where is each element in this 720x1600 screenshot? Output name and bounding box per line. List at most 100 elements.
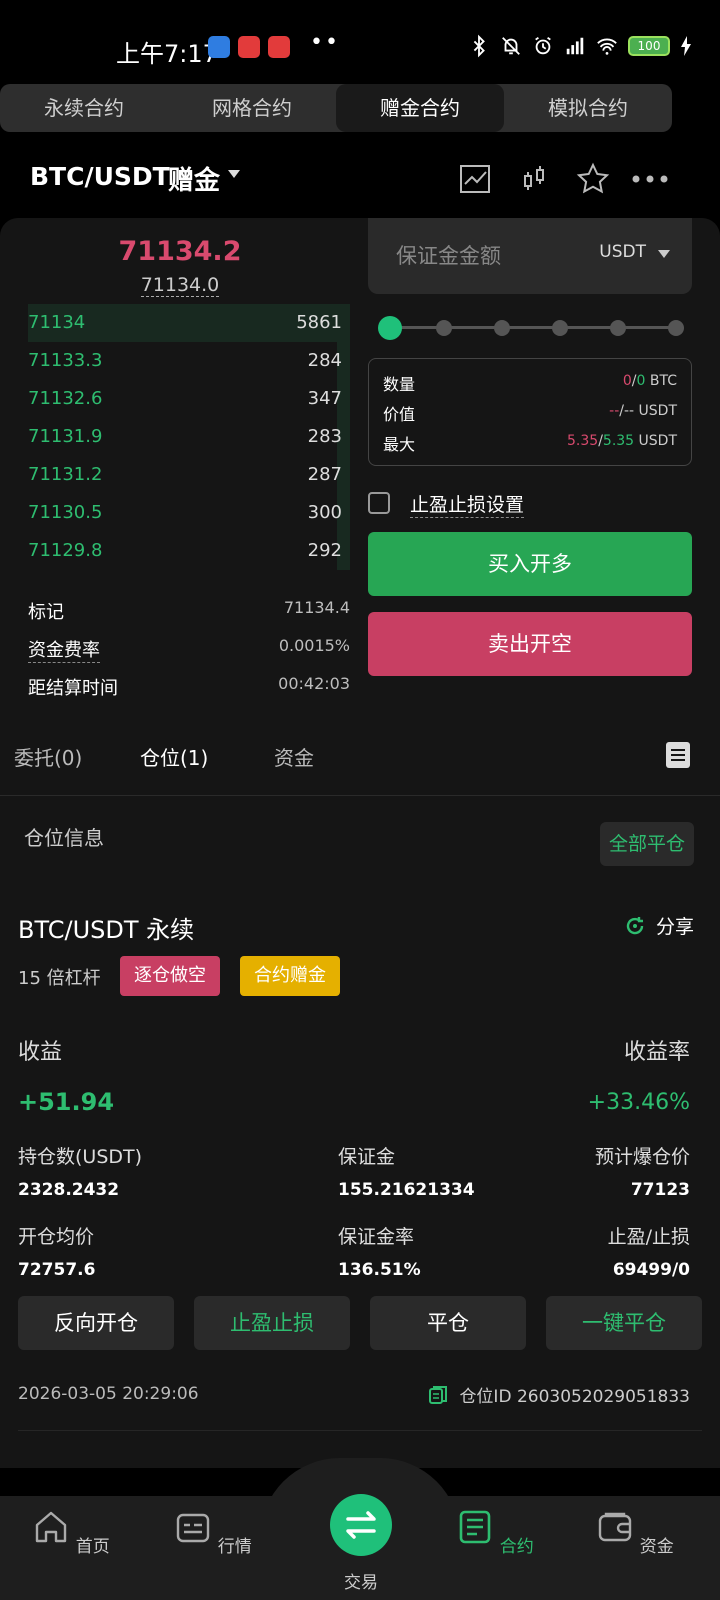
- nav-trade-button[interactable]: [330, 1494, 392, 1556]
- tpsl-label[interactable]: 止盈止损设置: [410, 490, 525, 518]
- more-icon[interactable]: [630, 162, 670, 196]
- order-book-row[interactable]: 71129.8 292: [28, 532, 350, 570]
- funding-rate-row[interactable]: 资金费率 0.0015%: [28, 630, 350, 666]
- liquidation-price-value: 77123: [630, 1180, 690, 1200]
- slider-track[interactable]: [386, 326, 676, 329]
- order-book-row[interactable]: 71130.5 300: [28, 494, 350, 532]
- nav-home-label: 首页: [75, 1537, 110, 1557]
- tab-assets[interactable]: 资金: [274, 742, 314, 771]
- tab-orders[interactable]: 委托(0): [14, 742, 82, 771]
- slider-step[interactable]: [436, 320, 452, 336]
- pnl-value: +51.94: [18, 1088, 115, 1116]
- settlement-countdown-row: 距结算时间 00:42:03: [28, 668, 350, 704]
- slider-step[interactable]: [552, 320, 568, 336]
- share-button[interactable]: 分享: [624, 912, 694, 939]
- copy-icon[interactable]: [427, 1384, 449, 1406]
- tab-perpetual[interactable]: 永续合约: [0, 84, 168, 132]
- order-book-row[interactable]: 71132.6 347: [28, 380, 350, 418]
- contract-icon: [459, 1510, 491, 1544]
- chevron-down-icon[interactable]: [658, 250, 670, 258]
- slider-step[interactable]: [668, 320, 684, 336]
- reverse-position-button[interactable]: 反向开仓: [18, 1296, 174, 1350]
- close-position-button[interactable]: 平仓: [370, 1296, 526, 1350]
- pair-subtype[interactable]: 赠金: [168, 160, 220, 197]
- roe-label: 收益率: [623, 1040, 690, 1065]
- app-notification-icon: [268, 36, 290, 58]
- nav-market-label: 行情: [217, 1537, 252, 1557]
- tab-demo[interactable]: 模拟合约: [504, 84, 672, 132]
- nav-trade-label[interactable]: 交易: [316, 1568, 406, 1593]
- order-book-price: 71131.2: [28, 464, 103, 485]
- wallet-icon: [599, 1512, 632, 1542]
- order-book-row[interactable]: 71131.9 283: [28, 418, 350, 456]
- order-book-row[interactable]: 71133.3 284: [28, 342, 350, 380]
- tab-bonus[interactable]: 赠金合约: [336, 84, 504, 132]
- tpsl-checkbox[interactable]: [368, 492, 390, 514]
- position-size-label: 持仓数(USDT): [18, 1146, 143, 1168]
- share-label: 分享: [655, 916, 694, 938]
- pair-name[interactable]: BTC/USDT: [30, 162, 170, 191]
- tab-grid[interactable]: 网格合约: [168, 84, 336, 132]
- alarm-icon: [535, 36, 551, 55]
- chevron-down-icon[interactable]: [228, 170, 240, 178]
- margin-value: 155.21621334: [338, 1180, 475, 1200]
- tpsl-button[interactable]: 止盈止损: [194, 1296, 350, 1350]
- order-book-qty: 287: [307, 464, 342, 485]
- value-label: 价值: [383, 405, 416, 424]
- max-row: 最大 5.35/5.35 USDT: [383, 429, 677, 454]
- mute-bell-icon: [502, 37, 520, 55]
- tab-positions[interactable]: 仓位(1): [140, 742, 208, 771]
- quick-close-button[interactable]: 一键平仓: [546, 1296, 702, 1350]
- slider-step[interactable]: [494, 320, 510, 336]
- status-icons: 100: [468, 34, 692, 58]
- close-all-button[interactable]: 全部平仓: [600, 822, 694, 866]
- swap-icon: [346, 1511, 376, 1539]
- index-price-value: 71134.0: [140, 274, 220, 297]
- slider-handle[interactable]: [378, 316, 402, 340]
- nav-assets[interactable]: 资金: [590, 1508, 680, 1557]
- max-value: 5.35/5.35 USDT: [567, 433, 677, 449]
- tpsl-value: 69499/0: [612, 1260, 690, 1280]
- status-time: 上午7:17: [116, 40, 218, 68]
- order-book-row[interactable]: 71134 5861: [28, 304, 350, 342]
- bluetooth-icon: [473, 34, 485, 58]
- order-book-price: 71133.3: [28, 350, 103, 371]
- order-book-price: 71132.6: [28, 388, 103, 409]
- entry-price-label: 开仓均价: [18, 1226, 95, 1248]
- nav-market[interactable]: 行情: [168, 1508, 258, 1557]
- status-bar: 上午7:17 •• 100: [0, 0, 720, 84]
- order-book-row[interactable]: 71131.2 287: [28, 456, 350, 494]
- funding-rate-value: 0.0015%: [278, 636, 350, 655]
- sell-short-button[interactable]: 卖出开空: [368, 612, 692, 676]
- battery-icon: 100: [628, 36, 670, 56]
- order-book-qty: 292: [307, 540, 342, 561]
- position-id[interactable]: 仓位ID 2603052029051833: [427, 1382, 690, 1407]
- mark-price-label: 标记: [28, 602, 64, 623]
- order-book-price: 71129.8: [28, 540, 103, 561]
- nav-contract-label: 合约: [499, 1537, 534, 1557]
- unit: USDT: [634, 403, 677, 419]
- settlement-countdown-value: 00:42:03: [278, 674, 350, 693]
- document-icon[interactable]: [666, 742, 690, 768]
- buy-long-button[interactable]: 买入开多: [368, 532, 692, 596]
- value-row: 价值 --/-- USDT: [383, 399, 677, 424]
- nav-contract[interactable]: 合约: [450, 1508, 540, 1557]
- long-value: 5.35: [567, 433, 599, 449]
- liquidation-price-label: 预计爆仓价: [594, 1146, 690, 1168]
- long-value: 0: [622, 373, 632, 389]
- unit: USDT: [634, 433, 677, 449]
- mark-price-value: 71134.4: [283, 598, 350, 617]
- margin-slider[interactable]: [378, 316, 684, 340]
- candlestick-icon[interactable]: [518, 162, 552, 196]
- pnl-label: 收益: [18, 1040, 63, 1065]
- margin-amount-input[interactable]: 保证金金额 USDT: [368, 218, 692, 294]
- margin-placeholder: 保证金金额: [396, 244, 501, 268]
- margin-unit-select[interactable]: USDT: [599, 242, 646, 262]
- last-price: 71134.2: [118, 236, 242, 267]
- nav-home[interactable]: 首页: [26, 1508, 116, 1557]
- order-book-qty: 284: [307, 350, 342, 371]
- short-value: --: [623, 403, 635, 419]
- slider-step[interactable]: [610, 320, 626, 336]
- chart-icon[interactable]: [458, 162, 492, 196]
- star-icon[interactable]: [576, 162, 610, 196]
